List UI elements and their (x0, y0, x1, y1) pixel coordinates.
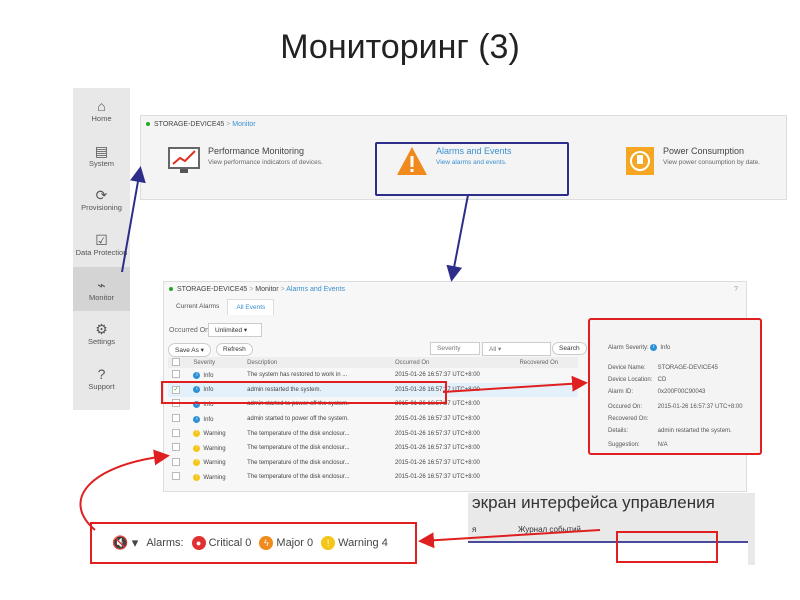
annotation-arrows (79, 166, 601, 549)
arrow (446, 194, 469, 282)
arrow (418, 529, 601, 549)
arrow (79, 449, 170, 531)
arrow (442, 375, 588, 393)
arrow (121, 166, 146, 273)
